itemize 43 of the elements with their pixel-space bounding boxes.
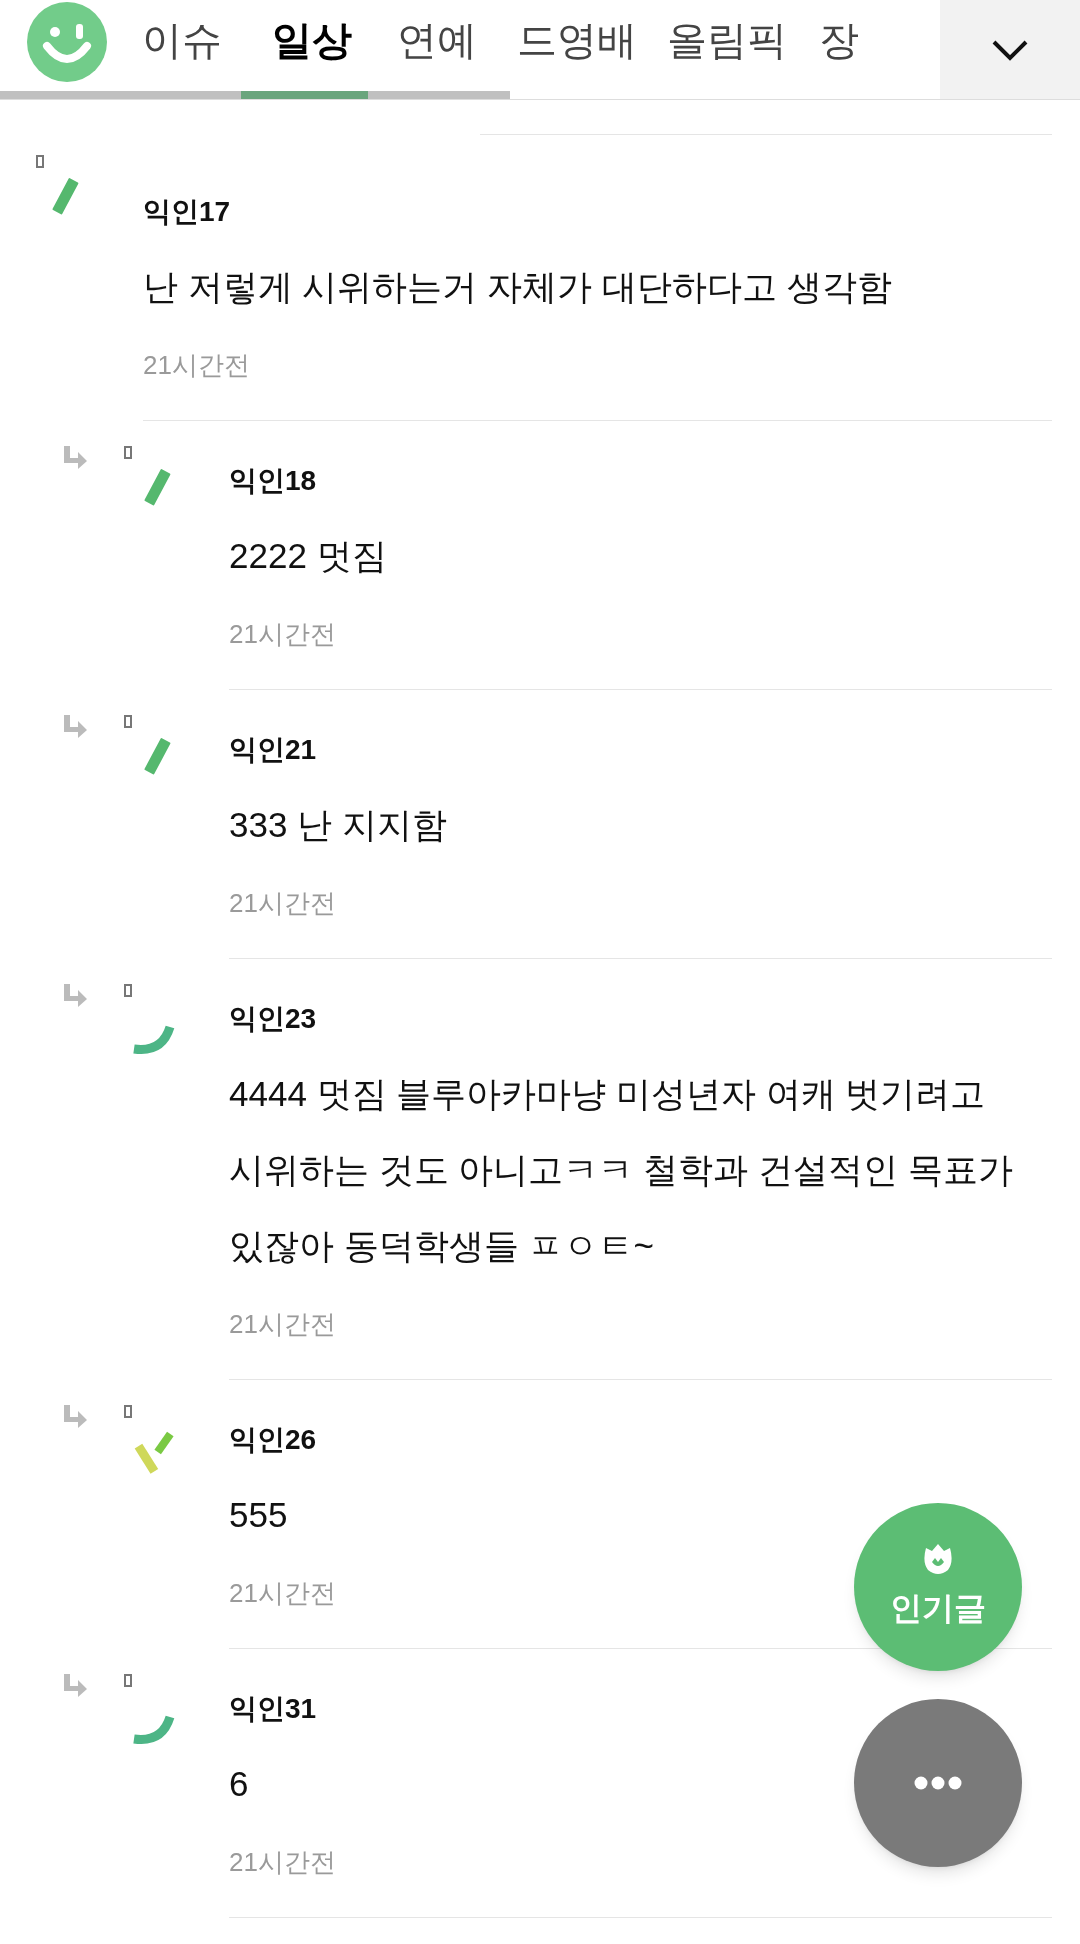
author-name: 익인31: [229, 1692, 317, 1726]
comment-time: 21시간전: [143, 349, 250, 382]
reply-arrow-icon: [64, 1405, 87, 1428]
author-name: 익인21: [229, 733, 317, 767]
category-tab[interactable]: 장: [819, 0, 859, 80]
broken-image-icon: [36, 155, 44, 168]
category-tab[interactable]: 연예: [397, 0, 477, 80]
comment-text: 6: [229, 1763, 249, 1805]
loading-avatar-icon: [133, 1715, 175, 1744]
reply-arrow-icon: [64, 446, 87, 469]
broken-image-icon: [124, 715, 132, 728]
broken-image-icon: [124, 446, 132, 459]
flame-icon: [922, 1542, 954, 1576]
category-tab[interactable]: 드영배: [517, 0, 637, 80]
reply-arrow-icon: [64, 984, 87, 1007]
category-tab[interactable]: 일상: [272, 0, 352, 80]
loading-avatar-icon: [133, 1025, 175, 1054]
comment-text: 2222 멋짐: [229, 535, 387, 577]
author-name: 익인17: [143, 195, 231, 229]
comment-text: 333 난 지지함: [229, 804, 447, 846]
comment-time: 21시간전: [229, 887, 336, 920]
dropdown-button[interactable]: [940, 0, 1080, 99]
comment-text: 난 저렇게 시위하는거 자체가 대단하다고 생각함: [143, 266, 892, 308]
smiley-logo-icon[interactable]: [27, 2, 107, 82]
comment-text: 4444 멋짐 블루아카마냥 미성년자 여캐 벗기려고 시위하는 것도 아니고ㅋㅋ 철학과 건설적인 목표가 있잖아 동덕학생들 ㅍㅇㅌ~: [229, 1073, 1014, 1267]
category-tab[interactable]: 이슈: [142, 0, 222, 80]
author-name: 익인26: [229, 1423, 317, 1457]
comment-time: 21시간전: [229, 1308, 336, 1341]
reply-arrow-icon: [64, 715, 87, 738]
broken-image-icon: [124, 1674, 132, 1687]
comment-time: 21시간전: [229, 1846, 336, 1879]
more-icon: [914, 1776, 962, 1790]
broken-image-icon: [124, 984, 132, 997]
author-name: 익인23: [229, 1002, 317, 1036]
comment-time: 21시간전: [229, 1577, 336, 1610]
broken-image-icon: [124, 1405, 132, 1418]
reply-arrow-icon: [64, 1674, 87, 1697]
category-tab[interactable]: 올림픽: [667, 0, 787, 80]
comment-text: 555: [229, 1494, 288, 1536]
chevron-down-icon: [991, 38, 1029, 61]
author-name: 익인18: [229, 464, 317, 498]
comment-time: 21시간전: [229, 618, 336, 651]
loading-avatar-icon: [134, 1431, 174, 1474]
